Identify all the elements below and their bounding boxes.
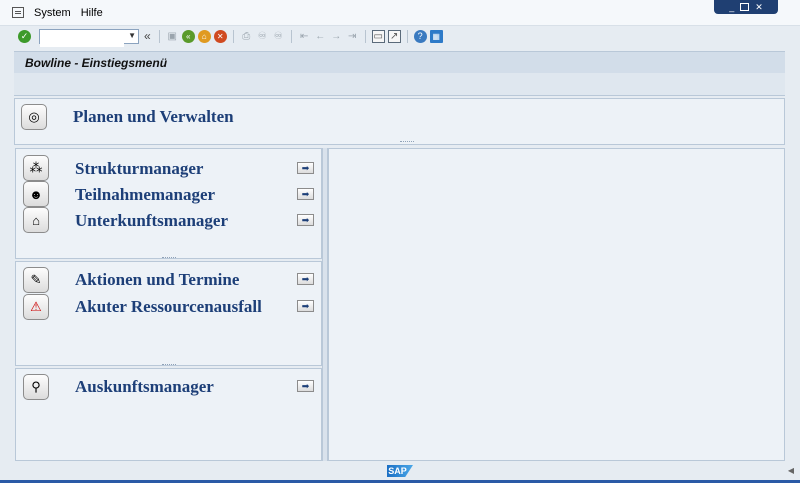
content-area bbox=[328, 148, 785, 461]
sap-logo: SAP bbox=[387, 465, 413, 477]
separator bbox=[364, 29, 366, 43]
menu-item-auskunftsmanager[interactable]: Auskunftsmanager bbox=[75, 377, 214, 397]
splitter-grip[interactable] bbox=[162, 257, 176, 258]
toolbar: ✓ ▼ « ▣ « ⌂ ✕ ⎙ ♾ ♾ ⇤ ← → ⇥ ▭ ↗ ? ▦ bbox=[0, 27, 800, 47]
page-title-text: Bowline - Einstiegsmenü bbox=[25, 55, 168, 70]
participants-icon[interactable]: ☻ bbox=[23, 181, 49, 207]
menu-item-strukturmanager[interactable]: Strukturmanager bbox=[75, 159, 203, 179]
page-title: Bowline - Einstiegsmenü bbox=[14, 51, 785, 73]
info-search-icon[interactable]: ⚲ bbox=[23, 374, 49, 400]
separator bbox=[290, 29, 292, 43]
print-icon[interactable]: ⎙ bbox=[240, 30, 253, 43]
menu-item-akuter-ressourcenausfall[interactable]: Akuter Ressourcenausfall bbox=[75, 297, 262, 317]
first-page-icon[interactable]: ⇤ bbox=[298, 30, 311, 43]
cancel-icon[interactable]: ✕ bbox=[213, 29, 227, 43]
chevron-down-icon[interactable]: ▼ bbox=[128, 31, 136, 40]
back-icon[interactable]: « bbox=[181, 29, 195, 43]
open-auskunftsmanager-button[interactable]: ➡ bbox=[297, 380, 314, 392]
command-input[interactable] bbox=[40, 33, 124, 47]
planning-icon[interactable]: ◎ bbox=[21, 104, 47, 130]
next-page-icon[interactable]: → bbox=[330, 30, 343, 43]
menu-item-hilfe[interactable]: Hilfe bbox=[81, 7, 103, 19]
open-aktionen-und-termine-button[interactable]: ➡ bbox=[297, 273, 314, 285]
status-bar: SAP bbox=[0, 462, 800, 480]
splitter-grip[interactable] bbox=[399, 141, 414, 143]
save-icon[interactable]: ▣ bbox=[166, 30, 179, 43]
ok-icon[interactable]: ✓ bbox=[18, 29, 31, 43]
exit-icon[interactable]: ⌂ bbox=[197, 29, 211, 43]
maximize-icon[interactable] bbox=[740, 3, 750, 11]
prev-page-icon[interactable]: ← bbox=[314, 30, 327, 43]
menubar: System Hilfe bbox=[0, 0, 800, 26]
warning-icon[interactable]: ⚠ bbox=[23, 294, 49, 320]
find-next-icon[interactable]: ♾ bbox=[272, 30, 285, 43]
separator bbox=[406, 29, 408, 43]
structure-icon[interactable]: ⁂ bbox=[23, 155, 49, 181]
separator bbox=[158, 29, 160, 43]
collapse-icon[interactable]: « bbox=[144, 29, 151, 43]
close-icon[interactable]: ✕ bbox=[755, 2, 763, 12]
status-expand-icon[interactable]: ◀ bbox=[788, 466, 794, 475]
menu-item-teilnahmemanager[interactable]: Teilnahmemanager bbox=[75, 185, 215, 205]
command-field[interactable]: ▼ bbox=[39, 28, 139, 47]
accommodation-icon[interactable]: ⌂ bbox=[23, 207, 49, 233]
customize-layout-icon[interactable]: ▦ bbox=[429, 29, 443, 43]
menu-item-unterkunftsmanager[interactable]: Unterkunftsmanager bbox=[75, 211, 228, 231]
open-strukturmanager-button[interactable]: ➡ bbox=[297, 162, 314, 174]
open-teilnahmemanager-button[interactable]: ➡ bbox=[297, 188, 314, 200]
separator bbox=[232, 29, 234, 43]
menu-icon[interactable] bbox=[12, 7, 24, 18]
application-toolbar bbox=[14, 73, 785, 96]
window-controls: _ ✕ bbox=[714, 0, 778, 14]
menu-item-system[interactable]: System bbox=[34, 7, 71, 19]
menu-item-planen-und-verwalten[interactable]: Planen und Verwalten bbox=[73, 107, 234, 127]
minimize-icon[interactable]: _ bbox=[729, 2, 734, 12]
open-unterkunftsmanager-button[interactable]: ➡ bbox=[297, 214, 314, 226]
splitter-grip[interactable] bbox=[162, 364, 176, 365]
last-page-icon[interactable]: ⇥ bbox=[346, 30, 359, 43]
new-session-icon[interactable]: ▭ bbox=[371, 29, 385, 43]
actions-icon[interactable]: ✎ bbox=[23, 267, 49, 293]
shortcut-icon[interactable]: ↗ bbox=[387, 29, 401, 43]
find-icon[interactable]: ♾ bbox=[256, 30, 269, 43]
help-icon[interactable]: ? bbox=[413, 29, 427, 43]
open-akuter-ressourcenausfall-button[interactable]: ➡ bbox=[297, 300, 314, 312]
menu-item-aktionen-und-termine[interactable]: Aktionen und Termine bbox=[75, 270, 239, 290]
